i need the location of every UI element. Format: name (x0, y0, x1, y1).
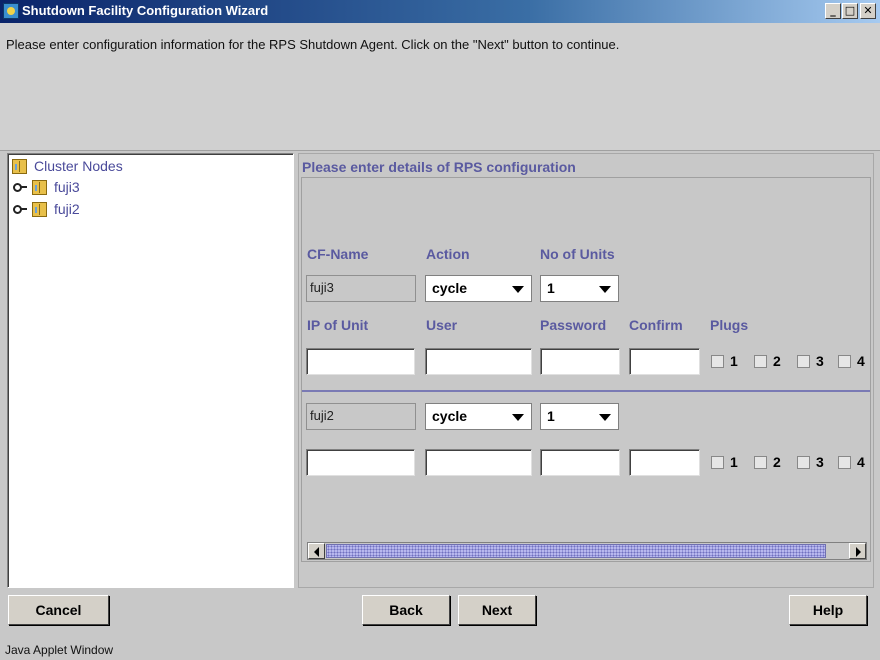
confirm-input[interactable] (629, 449, 700, 476)
title-bar[interactable]: Shutdown Facility Configuration Wizard _… (0, 0, 880, 23)
close-button[interactable]: ✕ (860, 3, 876, 19)
chevron-down-icon (512, 414, 524, 421)
plug-label: 2 (773, 454, 781, 470)
header-plugs: Plugs (710, 317, 749, 333)
ip-input[interactable] (306, 449, 415, 476)
plug-checkbox[interactable] (754, 456, 767, 469)
instructions-panel: Please enter configuration information f… (0, 23, 880, 151)
plug-label: 4 (857, 353, 865, 369)
header-no-of-units: No of Units (540, 246, 615, 262)
scroll-right-button[interactable] (849, 543, 866, 559)
header-ip-of-unit: IP of Unit (307, 317, 369, 333)
header-action: Action (426, 246, 470, 262)
server-icon (12, 159, 27, 174)
units-select[interactable]: 1 (540, 403, 619, 430)
header-cf-name: CF-Name (307, 246, 369, 262)
ip-input[interactable] (306, 348, 415, 375)
action-select[interactable]: cycle (425, 403, 532, 430)
plug-checkbox[interactable] (797, 355, 810, 368)
panel-heading: Please enter details of RPS configuratio… (302, 159, 576, 175)
expand-handle-icon[interactable] (13, 182, 27, 192)
units-select[interactable]: 1 (540, 275, 619, 302)
maximize-button[interactable]: □ (842, 3, 858, 19)
plug-checkbox[interactable] (838, 456, 851, 469)
plug-checkbox[interactable] (838, 355, 851, 368)
cancel-button[interactable]: Cancel (8, 595, 109, 625)
plug-checkbox[interactable] (797, 456, 810, 469)
plug-checkbox[interactable] (754, 355, 767, 368)
help-button[interactable]: Help (789, 595, 867, 625)
minimize-button[interactable]: _ (825, 3, 841, 19)
cf-name-field: fuji3 (306, 275, 416, 302)
plug-label: 3 (816, 353, 824, 369)
status-bar: Java Applet Window (0, 638, 880, 660)
units-select-value: 1 (547, 280, 555, 296)
server-icon (32, 202, 47, 217)
back-button[interactable]: Back (362, 595, 450, 625)
plug-label: 2 (773, 353, 781, 369)
header-password: Password (540, 317, 607, 333)
chevron-down-icon (512, 286, 524, 293)
action-select-value: cycle (432, 280, 468, 296)
action-select-value: cycle (432, 408, 468, 424)
cf-name-field: fuji2 (306, 403, 416, 430)
password-input[interactable] (540, 348, 620, 375)
expand-handle-icon[interactable] (13, 204, 27, 214)
password-input[interactable] (540, 449, 620, 476)
row-divider (302, 390, 870, 392)
units-select-value: 1 (547, 408, 555, 424)
scroll-left-button[interactable] (308, 543, 325, 559)
action-select[interactable]: cycle (425, 275, 532, 302)
user-input[interactable] (425, 449, 532, 476)
horizontal-scrollbar[interactable] (307, 542, 867, 560)
status-text: Java Applet Window (5, 643, 114, 657)
plug-checkbox[interactable] (711, 355, 724, 368)
tree-node-fuji3[interactable]: fuji3 (54, 179, 80, 195)
plug-label: 1 (730, 454, 738, 470)
cluster-tree[interactable]: Cluster Nodes fuji3 fuji2 (7, 153, 294, 588)
arrow-left-icon (314, 547, 319, 557)
confirm-input[interactable] (629, 348, 700, 375)
tree-node-fuji2[interactable]: fuji2 (54, 201, 80, 217)
instructions-text: Please enter configuration information f… (6, 37, 620, 52)
next-button[interactable]: Next (458, 595, 536, 625)
plug-label: 3 (816, 454, 824, 470)
plug-checkbox[interactable] (711, 456, 724, 469)
scrollbar-thumb[interactable] (326, 544, 826, 558)
header-confirm: Confirm (629, 317, 683, 333)
plug-label: 4 (857, 454, 865, 470)
window-title: Shutdown Facility Configuration Wizard (22, 3, 269, 18)
user-input[interactable] (425, 348, 532, 375)
tree-root-label[interactable]: Cluster Nodes (34, 158, 123, 174)
arrow-right-icon (856, 547, 861, 557)
server-icon (32, 180, 47, 195)
chevron-down-icon (599, 286, 611, 293)
header-user: User (426, 317, 458, 333)
app-icon (3, 3, 19, 19)
plug-label: 1 (730, 353, 738, 369)
chevron-down-icon (599, 414, 611, 421)
